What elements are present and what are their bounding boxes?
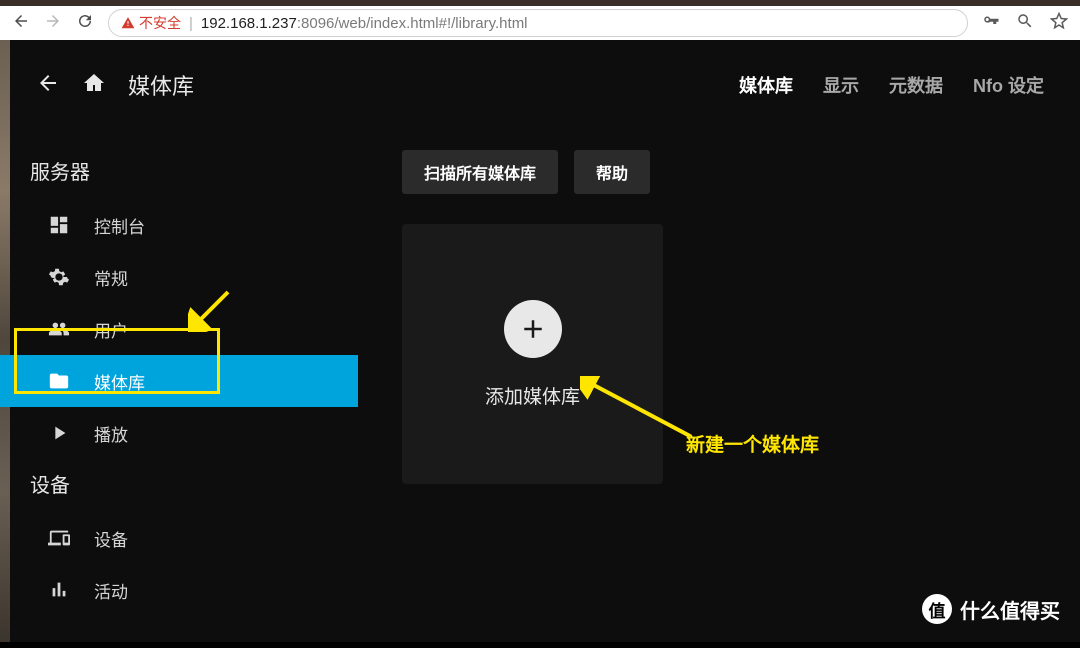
- annotation-text: 新建一个媒体库: [686, 430, 819, 457]
- reload-icon[interactable]: [76, 12, 94, 35]
- sidebar-item-dashboard[interactable]: 控制台: [0, 199, 358, 251]
- sidebar-heading-server: 服务器: [0, 146, 358, 199]
- tab-metadata[interactable]: 元数据: [889, 72, 943, 98]
- insecure-badge: 不安全: [121, 13, 181, 33]
- sidebar-item-general[interactable]: 常规: [0, 251, 358, 303]
- gear-icon: [48, 266, 70, 288]
- plus-icon: [504, 300, 562, 358]
- dashboard-icon: [48, 214, 70, 236]
- devices-icon: [48, 527, 70, 549]
- app-window: 媒体库 媒体库 显示 元数据 Nfo 设定 服务器 控制台 常规 用户: [0, 40, 1080, 642]
- key-icon[interactable]: [982, 12, 1000, 35]
- sidebar-item-label: 活动: [94, 578, 128, 603]
- main-content: 扫描所有媒体库 帮助 添加媒体库 新建一个媒体库 值 什么值得买: [358, 130, 1080, 642]
- forward-icon[interactable]: [44, 12, 62, 35]
- play-icon: [48, 422, 70, 444]
- watermark: 值 什么值得买: [922, 594, 1060, 624]
- zoom-icon[interactable]: [1016, 12, 1034, 35]
- browser-toolbar: 不安全 | 192.168.1.237:8096/web/index.html#…: [0, 0, 1080, 40]
- sidebar-item-playback[interactable]: 播放: [0, 407, 358, 459]
- add-library-card[interactable]: 添加媒体库: [402, 224, 663, 484]
- sidebar-item-label: 媒体库: [94, 369, 145, 394]
- folder-icon: [48, 370, 70, 392]
- page-title: 媒体库: [128, 69, 194, 101]
- sidebar-item-label: 控制台: [94, 213, 145, 238]
- tab-display[interactable]: 显示: [823, 72, 859, 98]
- sidebar-item-library[interactable]: 媒体库: [0, 355, 358, 407]
- activity-icon: [48, 579, 70, 601]
- users-icon: [48, 318, 70, 340]
- sidebar-item-label: 用户: [94, 317, 128, 342]
- sidebar-heading-devices: 设备: [0, 459, 358, 512]
- sidebar-item-label: 设备: [94, 526, 128, 551]
- home-icon[interactable]: [82, 71, 106, 100]
- sidebar-item-devices[interactable]: 设备: [0, 512, 358, 564]
- sidebar-item-activity[interactable]: 活动: [0, 564, 358, 616]
- sidebar: 服务器 控制台 常规 用户 媒体库 播放 设备: [0, 130, 358, 642]
- tab-library[interactable]: 媒体库: [739, 72, 793, 98]
- watermark-badge: 值: [922, 594, 952, 624]
- sidebar-item-label: 常规: [94, 265, 128, 290]
- app-header: 媒体库 媒体库 显示 元数据 Nfo 设定: [0, 40, 1080, 130]
- add-library-label: 添加媒体库: [485, 382, 580, 409]
- sidebar-item-users[interactable]: 用户: [0, 303, 358, 355]
- address-bar[interactable]: 不安全 | 192.168.1.237:8096/web/index.html#…: [108, 9, 968, 37]
- sidebar-item-label: 播放: [94, 421, 128, 446]
- header-tabs: 媒体库 显示 元数据 Nfo 设定: [739, 72, 1044, 98]
- url-text: 192.168.1.237:8096/web/index.html#!/libr…: [201, 15, 528, 32]
- star-icon[interactable]: [1050, 12, 1068, 35]
- watermark-text: 什么值得买: [960, 595, 1060, 624]
- help-button[interactable]: 帮助: [574, 150, 650, 194]
- tab-nfo[interactable]: Nfo 设定: [973, 72, 1044, 98]
- scan-all-button[interactable]: 扫描所有媒体库: [402, 150, 558, 194]
- back-icon[interactable]: [12, 12, 30, 35]
- back-arrow-icon[interactable]: [36, 71, 60, 100]
